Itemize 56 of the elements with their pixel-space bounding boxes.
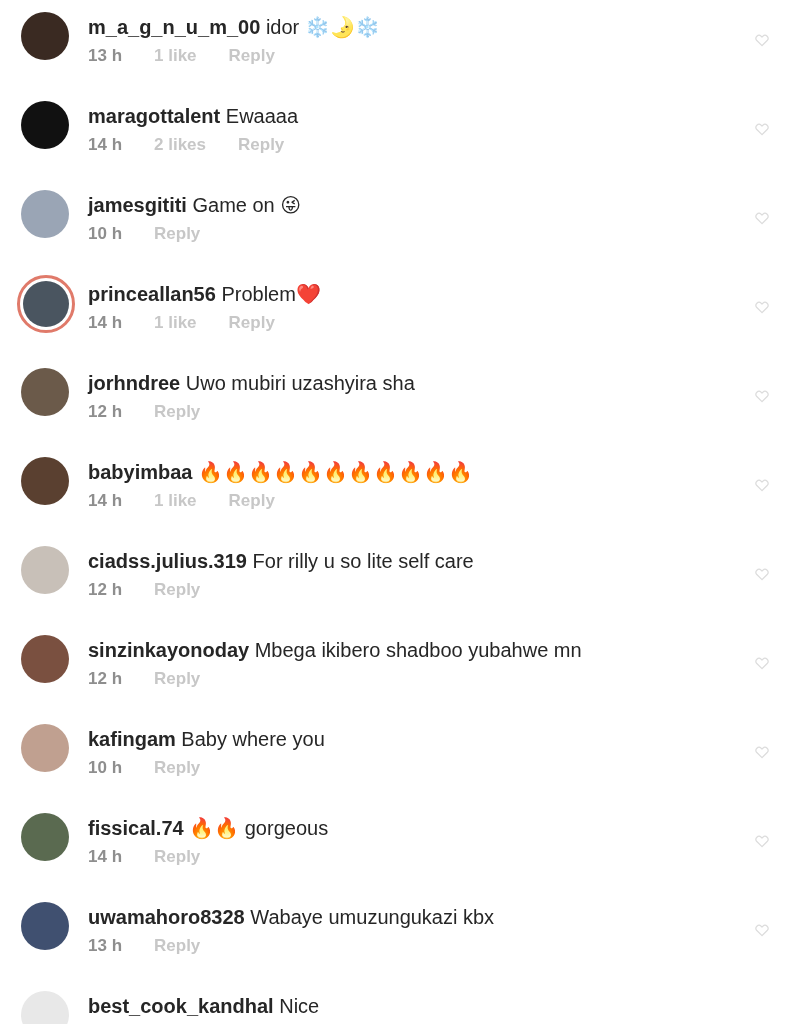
timestamp: 12 h [88,580,123,600]
avatar-placeholder[interactable] [21,902,69,950]
comment-text: jamesgititi Game on 😜 [88,193,303,218]
heart-icon[interactable] [754,922,770,938]
timestamp: 14 h [88,847,123,867]
timestamp: 14 h [88,313,123,333]
likes-link[interactable]: 1 like [154,491,197,511]
comment-text: princeallan56 Problem❤ [88,282,322,307]
comment-text: uwamahoro8328 Wabaye umuzungukazi kbx [88,905,496,930]
timestamp: 14 h [88,491,123,511]
heart-icon[interactable] [754,210,770,226]
reply-link[interactable]: Reply [154,580,201,600]
reply-link[interactable]: Reply [238,135,285,155]
heart-icon[interactable] [754,655,770,671]
avatar-placeholder[interactable] [21,12,69,60]
comment-text: fissical.74 🔥🔥 gorgeous [88,816,330,841]
timestamp: 13 h [88,46,123,66]
reply-link[interactable]: Reply [154,669,201,689]
comment-text: babyimbaa 🔥🔥🔥🔥🔥🔥🔥🔥🔥🔥🔥 [88,460,475,485]
reply-link[interactable]: Reply [154,847,201,867]
avatar-placeholder[interactable] [21,101,69,149]
reply-link[interactable]: Reply [228,491,275,511]
heart-icon[interactable] [754,299,770,315]
comment-text: best_cook_kandhal Nice [88,994,321,1019]
avatar-placeholder[interactable] [23,281,69,327]
heart-icon[interactable] [754,833,770,849]
avatar-placeholder[interactable] [21,368,69,416]
avatar-placeholder[interactable] [21,457,69,505]
comment-text: maragottalent Ewaaaa [88,104,300,129]
reply-link[interactable]: Reply [154,936,201,956]
timestamp: 14 h [88,135,123,155]
heart-icon[interactable] [754,566,770,582]
heart-icon[interactable] [754,121,770,137]
heart-icon[interactable] [754,477,770,493]
reply-link[interactable]: Reply [154,224,201,244]
reply-link[interactable]: Reply [228,313,275,333]
comment-text: jorhndree Uwo mubiri uzashyira sha [88,371,416,396]
avatar-placeholder[interactable] [21,635,69,683]
timestamp: 10 h [88,758,123,778]
timestamp: 12 h [88,669,123,689]
comment-text: m_a_g_n_u_m_00 idor ❄🌛❄ [88,15,381,40]
likes-link[interactable]: 1 like [154,46,197,66]
timestamp: 12 h [88,402,123,422]
heart-icon[interactable] [754,32,770,48]
heart-icon[interactable] [754,388,770,404]
comment-text: sinzinkayonoday Mbega ikibero shadboo yubahwe mn [88,638,583,663]
timestamp: 10 h [88,224,123,244]
timestamp: 13 h [88,936,123,956]
likes-link[interactable]: 2 likes [154,135,207,155]
reply-link[interactable]: Reply [154,402,201,422]
comment-text: ciadss.julius.319 For rilly u so lite self care [88,549,475,574]
heart-icon[interactable] [754,744,770,760]
likes-link[interactable]: 1 like [154,313,197,333]
reply-link[interactable]: Reply [228,46,275,66]
reply-link[interactable]: Reply [154,758,201,778]
comment-text: kafingam Baby where you [88,727,326,752]
